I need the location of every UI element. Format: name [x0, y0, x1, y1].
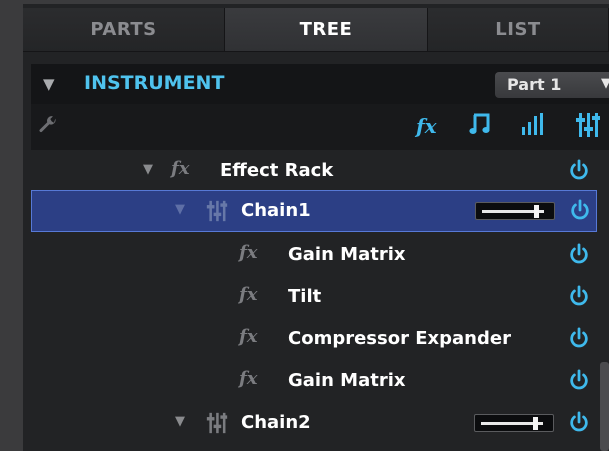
power-icon[interactable] — [568, 411, 590, 433]
mixer-sliders-icon — [206, 200, 228, 222]
fx-icon: fx — [239, 242, 258, 263]
tree-row-gain-matrix-2[interactable]: fx Gain Matrix — [31, 360, 609, 402]
expand-triangle-icon[interactable]: ▼ — [143, 162, 153, 177]
tree-row-effect-rack[interactable]: ▼ fx Effect Rack — [31, 150, 609, 192]
collapse-triangle-icon[interactable]: ▼ — [43, 75, 55, 93]
wrench-icon[interactable] — [37, 114, 59, 136]
tree-row-compressor-expander[interactable]: fx Compressor Expander — [31, 318, 609, 360]
tab-parts[interactable]: PARTS — [23, 8, 225, 52]
tree-row-label: Chain2 — [241, 412, 311, 433]
view-tabs: PARTS TREE LIST — [23, 8, 609, 52]
fx-icon: fx — [239, 326, 258, 347]
tree-row-label: Gain Matrix — [288, 370, 406, 391]
mixer-sliders-icon — [206, 412, 228, 434]
chevron-down-icon: ▼ — [601, 76, 609, 91]
fx-icon: fx — [239, 284, 258, 305]
power-icon[interactable] — [569, 199, 591, 221]
power-icon[interactable] — [568, 243, 590, 265]
tree-row-label: Effect Rack — [220, 160, 334, 181]
part-select-value: Part 1 — [507, 75, 562, 94]
power-icon[interactable] — [568, 285, 590, 307]
chain-level-slider[interactable] — [475, 202, 555, 220]
instrument-title: INSTRUMENT — [84, 72, 225, 94]
slider-handle[interactable] — [533, 417, 538, 430]
fx-icon[interactable]: fx — [416, 114, 437, 138]
tree-toolbar: fx — [31, 104, 609, 150]
tree-row-chain2[interactable]: ▼ Chain2 — [31, 402, 609, 444]
power-icon[interactable] — [568, 159, 590, 181]
power-icon[interactable] — [568, 369, 590, 391]
level-bars-icon[interactable] — [521, 113, 545, 135]
tree-row-label: Tilt — [288, 286, 322, 307]
power-icon[interactable] — [568, 327, 590, 349]
expand-triangle-icon[interactable]: ▼ — [175, 202, 185, 217]
fx-icon: fx — [171, 158, 190, 179]
slider-handle[interactable] — [534, 205, 539, 218]
instrument-header: ▼ INSTRUMENT Part 1 ▼ — [31, 64, 609, 104]
tree-row-label: Compressor Expander — [288, 328, 511, 349]
tree-scrollbar[interactable] — [600, 362, 609, 451]
music-note-icon[interactable] — [469, 112, 491, 136]
mixer-sliders-icon[interactable] — [576, 112, 600, 138]
tree-row-label: Chain1 — [241, 200, 311, 221]
tree-row-chain1[interactable]: ▼ Chain1 — [31, 190, 597, 232]
tree-row-gain-matrix[interactable]: fx Gain Matrix — [31, 234, 609, 276]
fx-icon: fx — [239, 368, 258, 389]
tab-list[interactable]: LIST — [428, 8, 609, 52]
tree-row-label: Gain Matrix — [288, 244, 406, 265]
expand-triangle-icon[interactable]: ▼ — [175, 414, 185, 429]
tree-row-tilt[interactable]: fx Tilt — [31, 276, 609, 318]
part-select[interactable]: Part 1 ▼ — [495, 72, 609, 98]
chain-level-slider[interactable] — [474, 414, 554, 432]
tab-tree[interactable]: TREE — [225, 8, 428, 52]
instrument-panel: PARTS TREE LIST ▼ INSTRUMENT Part 1 ▼ fx — [23, 4, 609, 451]
